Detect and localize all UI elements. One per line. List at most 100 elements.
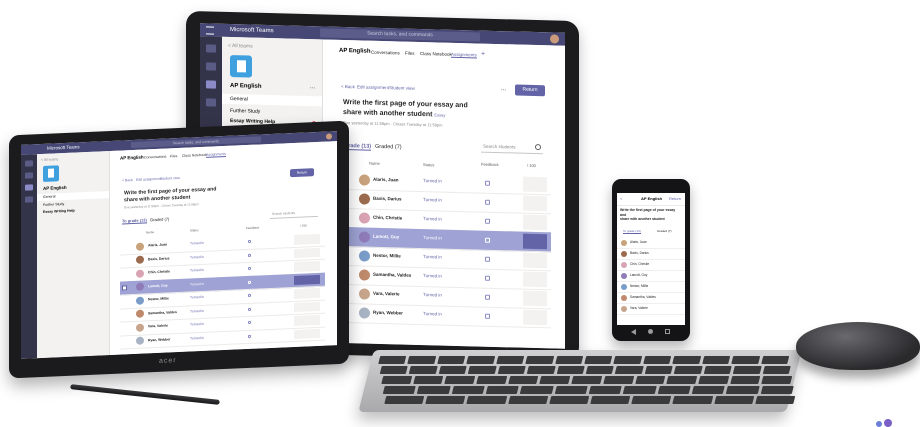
student-name[interactable]: Samantha, Valdes (373, 272, 411, 278)
tab-conversations[interactable]: Conversations (144, 155, 166, 160)
channel-essay-writing-help[interactable]: Essay Writing Help (43, 209, 75, 214)
feedback-icon[interactable] (248, 239, 252, 244)
graded-tab[interactable]: Graded (7) (375, 144, 402, 151)
back-link[interactable]: < Back (341, 84, 355, 89)
nav-recents-icon[interactable] (665, 329, 670, 334)
app-menu-icon[interactable] (206, 26, 214, 35)
student-name[interactable]: Nestor, Millie (373, 253, 401, 259)
table-row[interactable]: Ryan, Webber Turned in (337, 302, 551, 329)
student-view-link[interactable]: Student view (160, 176, 180, 181)
student-name[interactable]: Chin, Christie (373, 215, 402, 221)
team-more-icon[interactable]: ... (310, 84, 315, 90)
phone-graded-tab[interactable]: Graded (7) (657, 229, 672, 233)
avatar[interactable] (326, 133, 332, 140)
all-teams-link[interactable]: < All teams (41, 157, 58, 162)
feedback-icon[interactable] (485, 237, 490, 243)
student-name[interactable]: Vara, Valerie (373, 291, 400, 297)
activity-icon[interactable] (25, 160, 33, 167)
feedback-icon[interactable] (248, 320, 252, 325)
feedback-icon[interactable] (485, 199, 490, 205)
student-name[interactable]: Chin, Christie (148, 269, 170, 274)
search-students-input[interactable]: Search students (481, 140, 543, 155)
feedback-icon[interactable] (248, 293, 252, 298)
tab-class-notebook[interactable]: Class Notebook (420, 51, 452, 57)
points-input[interactable] (523, 233, 547, 250)
graded-tab[interactable]: Graded (7) (150, 216, 169, 222)
tab-class-notebook[interactable]: Class Notebook (182, 153, 207, 158)
points-input[interactable] (523, 271, 547, 288)
feedback-icon[interactable] (248, 280, 252, 284)
tab-files[interactable]: Files (405, 51, 415, 56)
list-item[interactable]: Vara, Valerie (617, 303, 685, 315)
channel-further-study[interactable]: Further Study (43, 202, 64, 207)
feedback-icon[interactable] (248, 307, 252, 311)
points-input[interactable] (294, 301, 320, 312)
feedback-icon[interactable] (485, 275, 490, 281)
return-button[interactable]: Return (290, 168, 314, 178)
points-input[interactable] (523, 214, 547, 231)
feedback-icon[interactable] (485, 294, 490, 300)
points-input[interactable] (294, 274, 320, 285)
chat-icon[interactable] (206, 62, 216, 71)
row-checkbox[interactable] (122, 285, 127, 291)
feedback-icon[interactable] (248, 334, 252, 338)
teams-icon[interactable] (25, 184, 33, 191)
nav-home-icon[interactable] (648, 329, 653, 334)
col-name[interactable]: Name (146, 230, 154, 234)
feedback-icon[interactable] (248, 266, 252, 271)
phone-to-grade-tab[interactable]: To grade (13) (623, 229, 641, 234)
activity-icon[interactable] (206, 44, 216, 53)
feedback-icon[interactable] (485, 180, 490, 186)
more-options-button[interactable]: ... (501, 86, 506, 92)
student-name[interactable]: Lamott, Guy (373, 234, 399, 240)
back-link[interactable]: < Back (122, 178, 133, 182)
feedback-icon[interactable] (248, 253, 252, 257)
points-input[interactable] (294, 287, 320, 299)
tab-assignments[interactable]: Assignments (206, 151, 227, 158)
points-input[interactable] (523, 309, 547, 326)
tab-conversations[interactable]: Conversations (371, 50, 400, 56)
tab-files[interactable]: Files (170, 154, 177, 158)
feedback-icon[interactable] (485, 256, 490, 262)
chat-icon[interactable] (25, 172, 33, 179)
points-input[interactable] (523, 195, 547, 212)
assignments-icon[interactable] (25, 196, 33, 203)
points-input[interactable] (294, 314, 320, 326)
search-students-input[interactable]: Search students (270, 207, 318, 220)
points-input[interactable] (523, 176, 547, 193)
student-name[interactable]: Baxis, Darius (148, 256, 170, 261)
nav-back-icon[interactable] (631, 329, 636, 335)
teams-icon[interactable] (206, 80, 216, 89)
points-input[interactable] (294, 233, 320, 245)
feedback-icon[interactable] (485, 313, 490, 319)
col-name[interactable]: Name (369, 161, 380, 166)
edit-assignment-link[interactable]: Edit assignment (136, 177, 161, 182)
channel-general[interactable]: General (222, 93, 322, 107)
feedback-icon[interactable] (485, 218, 490, 224)
points-input[interactable] (523, 252, 547, 269)
student-name[interactable]: Baxis, Darius (373, 196, 402, 202)
student-name[interactable]: Ryan, Webber (148, 337, 171, 342)
student-name[interactable]: Alaris, Juan (148, 243, 167, 248)
tab-add-button[interactable]: + (481, 51, 485, 58)
return-button[interactable]: Return (515, 84, 545, 97)
all-teams-link[interactable]: < All teams (228, 43, 253, 50)
student-name[interactable]: Alaris, Juan (373, 177, 399, 183)
assignments-icon[interactable] (206, 98, 216, 107)
edit-assignment-link[interactable]: Edit assignment (357, 84, 389, 90)
points-input[interactable] (294, 328, 320, 339)
student-name[interactable]: Samantha, Valdes (148, 310, 177, 315)
avatar[interactable] (550, 34, 559, 44)
points-input[interactable] (294, 260, 320, 272)
student-name[interactable]: Lamott, Guy (148, 283, 168, 288)
points-input[interactable] (523, 290, 547, 307)
channel-general[interactable]: General (37, 191, 109, 202)
channel-further-study[interactable]: Further Study (230, 108, 260, 115)
student-name[interactable]: Ryan, Webber (373, 310, 403, 316)
student-view-link[interactable]: Student view (389, 85, 415, 91)
phone-back-button[interactable]: < (620, 196, 622, 201)
student-name[interactable]: Vara, Valerie (148, 324, 168, 329)
to-grade-tab[interactable]: To grade (13) (122, 217, 147, 225)
phone-return-link[interactable]: Return (669, 196, 681, 201)
student-name[interactable]: Nestor, Millie (148, 296, 169, 301)
